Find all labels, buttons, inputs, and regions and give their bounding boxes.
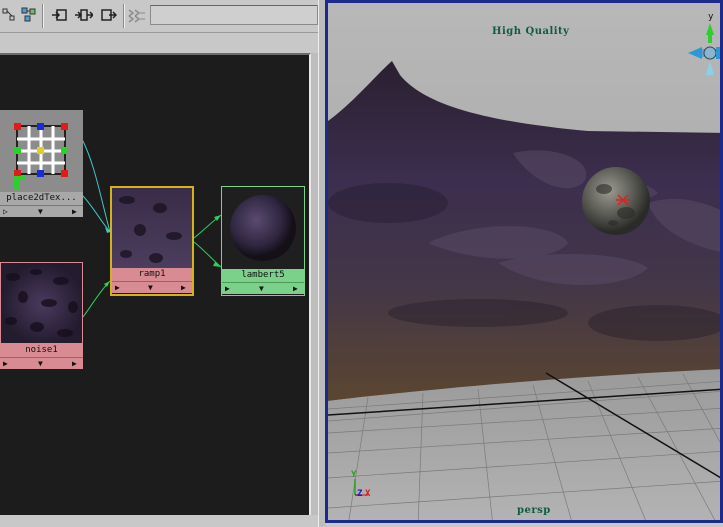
clear-graph-icon[interactable] — [20, 6, 38, 24]
node-controls[interactable]: ▷ ▼ ▶ — [0, 205, 83, 217]
graph-filter-field[interactable] — [150, 5, 318, 25]
place2d-swatch — [0, 110, 83, 192]
hypershade-status-strip — [0, 515, 318, 527]
graph-input-icon[interactable] — [50, 6, 68, 24]
axis-y-label: Y — [351, 470, 357, 480]
panel-divider[interactable] — [318, 0, 325, 527]
ramp-swatch — [112, 188, 192, 268]
node-label: lambert5 — [222, 269, 304, 282]
axis-indicator-icon: Y Z X — [348, 470, 378, 503]
node-controls[interactable]: ▶ ▼ ▶ — [112, 281, 192, 293]
node-controls[interactable]: ▶ ▼ ▶ — [0, 357, 83, 369]
view-compass-icon[interactable]: y — [686, 9, 720, 85]
perspective-viewport[interactable]: High Quality persp y Y Z X — [325, 0, 723, 523]
svg-text:y: y — [708, 12, 714, 22]
noise-swatch — [0, 262, 83, 344]
hypergraph-work-area[interactable]: place2dTex... ▷ ▼ ▶ noise1 ▶ ▼ ▶ ramp1 ▶… — [0, 53, 311, 517]
viewport-scene — [328, 3, 720, 520]
node-label: ramp1 — [112, 268, 192, 281]
axis-x-label: X — [365, 489, 371, 499]
ramp-node[interactable]: ramp1 ▶ ▼ ▶ — [110, 186, 194, 296]
graph-disabled-icon — [128, 6, 146, 24]
lambert-swatch — [222, 187, 304, 269]
graph-layout-icon[interactable] — [0, 6, 18, 24]
quality-label: High Quality — [492, 26, 570, 37]
camera-name-label: persp — [517, 505, 551, 516]
axis-z-label: Z — [357, 489, 363, 499]
hypershade-tab-strip — [0, 33, 318, 53]
place2d-texture-node[interactable]: place2dTex... ▷ ▼ ▶ — [0, 110, 83, 220]
noise-node[interactable]: noise1 ▶ ▼ ▶ — [0, 262, 83, 374]
node-controls[interactable]: ▶ ▼ ▶ — [222, 282, 304, 294]
node-label: place2dTex... — [0, 192, 83, 205]
node-label: noise1 — [0, 344, 83, 357]
graph-scrollbar[interactable] — [311, 53, 318, 515]
hypershade-toolbar — [0, 0, 318, 33]
lambert-node[interactable]: lambert5 ▶ ▼ ▶ — [221, 186, 305, 296]
graph-output-icon[interactable] — [100, 6, 118, 24]
graph-input-output-icon[interactable] — [75, 6, 93, 24]
